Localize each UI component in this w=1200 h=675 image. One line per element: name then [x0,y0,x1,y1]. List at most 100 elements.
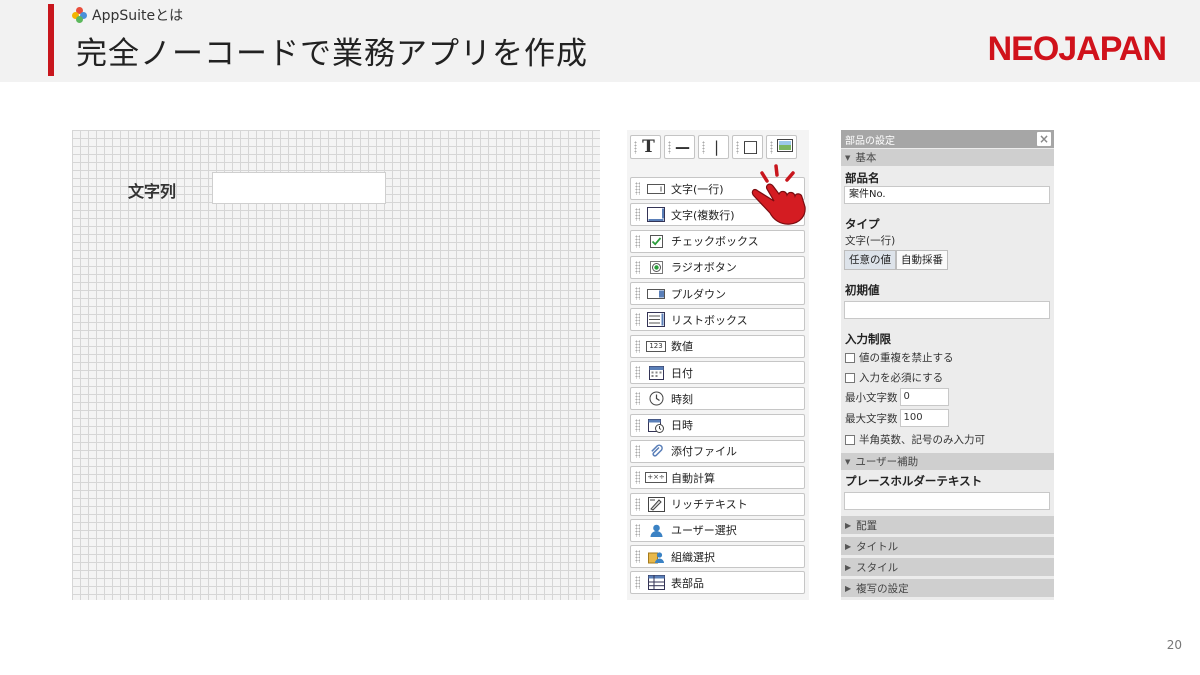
palette-toolbar: T — | □ [630,135,797,159]
checkbox-label: 値の重複を禁止する [859,352,954,364]
part-user-select[interactable]: ユーザー選択 [630,518,805,542]
alnum-only-checkbox[interactable]: 半角英数、記号のみ入力可 [841,432,1054,447]
drag-handle-icon[interactable] [635,287,640,301]
pointing-hand-icon [751,164,806,225]
part-listbox[interactable]: リストボックス [630,308,805,332]
drag-handle-icon[interactable] [635,234,640,248]
no-duplicate-checkbox[interactable]: 値の重複を禁止する [841,350,1054,365]
part-label: リッチテキスト [671,498,748,512]
part-label: 日時 [671,419,693,433]
drag-handle-icon[interactable] [635,339,640,353]
checkbox-box[interactable] [845,434,855,445]
section-layout[interactable]: ▶ 配置 [841,516,1054,534]
user-icon [647,522,665,538]
part-label: チェックボックス [671,235,759,249]
text-tool-button[interactable]: T [630,135,661,159]
checkbox-box[interactable] [845,352,855,363]
drag-handle-icon[interactable] [635,182,640,195]
part-time[interactable]: 時刻 [630,387,805,411]
part-table[interactable]: 表部品 [630,571,805,595]
part-dropdown[interactable]: プルダウン [630,282,805,306]
section-label: タイトル [856,540,899,553]
part-org-select[interactable]: 組織選択 [630,545,805,569]
canvas-text-field[interactable] [212,172,386,204]
vertical-line-icon: | [713,138,720,156]
placeholder-label: プレースホルダーテキスト [845,474,983,488]
min-length-input[interactable]: 0 [899,388,949,406]
datetime-icon [647,417,665,433]
drag-handle-icon[interactable] [635,366,640,380]
image-tool-button[interactable] [766,135,797,159]
parts-list: 文字(一行) 文字(複数行) チェックボックス ラジオボタン プルダウン リスト… [630,177,805,598]
type-label: タイプ [845,217,880,231]
drag-handle-icon[interactable] [635,576,640,590]
slide: AppSuiteとは 完全ノーコードで業務アプリを作成 NEOJAPAN 文字列… [0,0,1200,675]
max-length-input[interactable]: 100 [899,409,949,427]
drag-handle-icon[interactable] [635,392,640,406]
part-checkbox[interactable]: チェックボックス [630,229,805,253]
required-checkbox[interactable]: 入力を必須にする [841,370,1054,385]
neojapan-logo: NEOJAPAN [987,30,1167,68]
horizontal-line-icon: — [675,138,690,156]
horizontal-line-tool-button[interactable]: — [664,135,695,159]
part-label: ラジオボタン [671,261,737,275]
box-icon: □ [742,137,759,157]
checkbox-box[interactable] [845,372,855,383]
vertical-line-tool-button[interactable]: | [698,135,729,159]
type-value: 文字(一行) [845,235,896,247]
part-date[interactable]: 日付 [630,361,805,385]
initial-value-input[interactable] [844,301,1050,319]
part-datetime[interactable]: 日時 [630,413,805,437]
canvas-field-label: 文字列 [128,182,177,201]
checkbox-label: 半角英数、記号のみ入力可 [859,434,985,446]
section-user-assist[interactable]: ▼ ユーザー補助 [841,453,1054,470]
rich-text-icon [647,496,665,512]
section-style[interactable]: ▶ スタイル [841,558,1054,576]
drag-handle-icon[interactable] [635,208,640,222]
placeholder-input[interactable] [844,492,1050,510]
drag-handle-icon[interactable] [635,497,640,511]
section-label: 配置 [856,519,878,532]
triangle-right-icon: ▶ [845,562,852,572]
slide-header: AppSuiteとは 完全ノーコードで業務アプリを作成 NEOJAPAN [0,0,1200,82]
form-canvas[interactable]: 文字列 [72,130,600,600]
calculator-icon: +×÷ [645,470,667,486]
multi-line-text-icon [647,207,665,223]
dropdown-icon [647,286,665,302]
calc-icon-text: +×÷ [645,472,667,484]
drag-handle-icon[interactable] [635,313,640,327]
section-basic[interactable]: ▼ 基本 [841,149,1054,166]
part-label: 文字(一行) [671,182,724,196]
section-copy-settings[interactable]: ▶ 複写の設定 [841,579,1054,597]
type-option-auto-number[interactable]: 自動採番 [896,250,948,270]
part-number[interactable]: 123 数値 [630,334,805,358]
part-label: ユーザー選択 [671,524,737,538]
initial-value-label: 初期値 [845,283,880,297]
checkbox-icon [647,233,665,249]
box-tool-button[interactable]: □ [732,135,763,159]
section-label: スタイル [856,561,899,574]
part-auto-calc[interactable]: +×÷ 自動計算 [630,466,805,490]
drag-handle-icon[interactable] [635,550,640,564]
subtitle-text: AppSuiteとは [92,8,184,24]
part-label: プルダウン [671,287,726,301]
clock-icon [647,391,665,407]
section-label: ユーザー補助 [855,456,919,468]
triangle-down-icon: ▼ [845,457,851,466]
drag-handle-icon[interactable] [635,444,640,458]
section-title[interactable]: ▶ タイトル [841,537,1054,555]
type-option-any[interactable]: 任意の値 [844,250,896,270]
part-radio-button[interactable]: ラジオボタン [630,255,805,279]
min-length-row: 最小文字数 0 [841,388,1054,406]
part-name-input[interactable]: 案件No. [844,186,1050,204]
close-icon[interactable]: × [1037,132,1051,146]
part-rich-text[interactable]: リッチテキスト [630,492,805,516]
drag-handle-icon[interactable] [635,260,640,274]
drag-handle-icon[interactable] [635,471,640,485]
part-label: 表部品 [671,576,704,590]
drag-handle-icon[interactable] [635,523,640,537]
part-attachment[interactable]: 添付ファイル [630,439,805,463]
drag-handle-icon[interactable] [635,418,640,432]
checkbox-label: 入力を必須にする [859,372,944,384]
properties-title: 部品の設定 [845,135,895,147]
